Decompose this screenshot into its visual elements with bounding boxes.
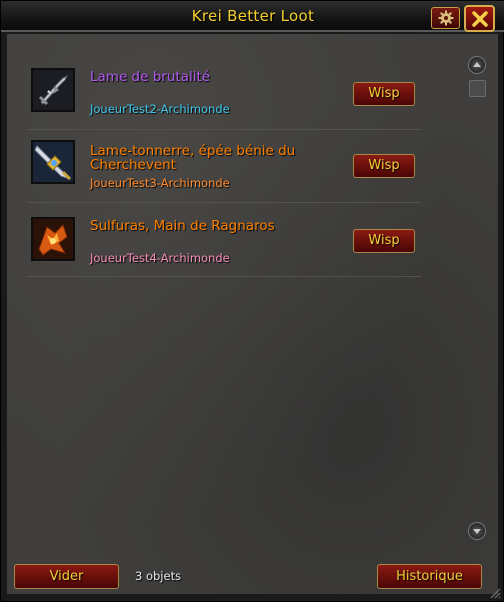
settings-button[interactable] [431,7,460,29]
arrow-up-icon [473,62,481,67]
player-name: JoueurTest3-Archimonde [90,176,230,190]
loot-row: Sulfuras, Main de Ragnaros JoueurTest4-A… [27,203,421,277]
loot-list-panel: Lame de brutalité JoueurTest2-Archimonde… [7,34,498,594]
gear-icon [438,10,453,26]
wisp-button[interactable]: Wisp [353,154,415,178]
clear-button[interactable]: Vider [14,564,119,589]
loot-window: Krei Better Loot Lame de brutalité Joueu… [0,0,504,602]
scrollbar-thumb[interactable] [469,80,486,97]
scroll-down-button[interactable] [468,522,486,540]
item-name[interactable]: Lame-tonnerre, épée bénie du Cherchevent [90,144,295,172]
item-name[interactable]: Sulfuras, Main de Ragnaros [90,219,275,233]
item-name-line2: Cherchevent [90,157,176,173]
window-title: Krei Better Loot [191,7,315,25]
history-button[interactable]: Historique [377,564,482,589]
resize-grip-icon[interactable] [489,587,501,599]
title-bar[interactable]: Krei Better Loot [1,1,504,32]
broken-sword-icon[interactable] [31,68,75,112]
close-button[interactable] [464,5,495,32]
close-icon [471,10,488,27]
loot-row: Lame de brutalité JoueurTest2-Archimonde… [27,64,421,130]
thunderfury-sword-icon[interactable] [31,140,75,184]
loot-row: Lame-tonnerre, épée bénie du Cherchevent… [27,130,421,203]
scroll-up-button[interactable] [468,56,486,74]
wisp-button[interactable]: Wisp [353,82,415,106]
player-name: JoueurTest2-Archimonde [90,102,230,116]
player-name: JoueurTest4-Archimonde [90,251,230,265]
item-name[interactable]: Lame de brutalité [90,70,210,84]
wisp-button[interactable]: Wisp [353,229,415,253]
item-count: 3 objets [135,569,182,583]
arrow-down-icon [473,529,481,534]
sulfuras-hammer-icon[interactable] [31,217,75,261]
